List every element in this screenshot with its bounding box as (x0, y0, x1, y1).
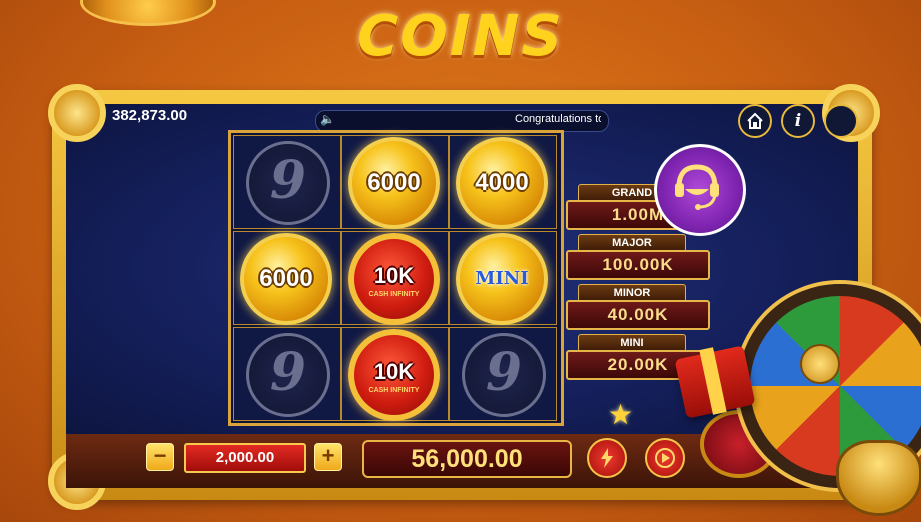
reel-grid: 9 6000 4000 6000 10K CASH INFINITY MINI … (228, 130, 564, 426)
blank-coin-icon: 9 (246, 141, 330, 225)
decrease-bet-button[interactable]: − (146, 443, 174, 471)
cash-infinity-coin-icon: 10K CASH INFINITY (348, 233, 440, 325)
reel-cell: 6000 (341, 135, 449, 229)
game-title: COINS (357, 4, 564, 69)
star-icon: ★ (608, 399, 634, 430)
jackpot-value: 40.00K (566, 300, 710, 330)
bet-amount: 2,000.00 (184, 443, 306, 473)
frame-corner-ornament (48, 84, 106, 142)
info-button[interactable]: i (781, 104, 815, 138)
turbo-button[interactable] (587, 438, 627, 478)
mini-coin-icon: MINI (456, 233, 548, 325)
gold-coin-icon: 6000 (240, 233, 332, 325)
reel-cell: 6000 (233, 231, 341, 325)
gold-coin-icon: 4000 (456, 137, 548, 229)
gold-coin-icon: 6000 (348, 137, 440, 229)
lightning-icon (601, 448, 613, 468)
increase-bet-button[interactable]: + (314, 443, 342, 471)
home-button[interactable] (738, 104, 772, 138)
blank-coin-icon: 9 (246, 333, 330, 417)
win-amount: 56,000.00 (362, 440, 572, 478)
play-icon (655, 448, 675, 468)
marquee-text: Congratulations to (515, 113, 601, 125)
speaker-icon[interactable]: 🔈 (320, 112, 335, 126)
reel-cell: 4000 (449, 135, 557, 229)
menu-button[interactable] (824, 104, 858, 138)
reel-cell: 10K CASH INFINITY (341, 327, 449, 421)
headset-icon (675, 164, 719, 210)
reel-cell: 9 (233, 135, 341, 229)
reel-cell: 9 (449, 327, 557, 421)
home-icon (747, 112, 763, 129)
treasure-bowl-icon (836, 440, 921, 516)
customer-support-button[interactable] (654, 144, 746, 236)
reel-cell: 10K CASH INFINITY (341, 231, 449, 325)
cash-infinity-coin-icon: 10K CASH INFINITY (348, 329, 440, 421)
reel-cell: MINI (449, 231, 557, 325)
wheel-hub-icon (800, 344, 840, 384)
reel-cell: 9 (233, 327, 341, 421)
jackpot-value: 100.00K (566, 250, 710, 280)
blank-coin-icon: 9 (462, 333, 546, 417)
autoplay-button[interactable] (645, 438, 685, 478)
balance-value: 382,873.00 (112, 107, 188, 124)
